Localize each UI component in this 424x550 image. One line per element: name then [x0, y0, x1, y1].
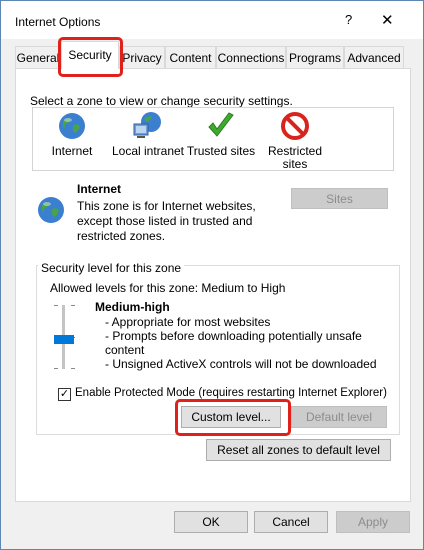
internet-options-window: Internet Options ? ✕ General Security Pr…: [0, 0, 424, 550]
zone-restricted-sites[interactable]: Restricted sites: [262, 111, 328, 171]
globe-icon: [59, 113, 85, 139]
protected-mode-label: Enable Protected Mode (requires restarti…: [75, 387, 387, 399]
level-bullet: - Prompts before downloading potentially…: [105, 329, 362, 357]
tab-programs[interactable]: Programs: [286, 46, 344, 68]
default-level-button[interactable]: Default level: [291, 406, 387, 428]
cancel-button[interactable]: Cancel: [254, 511, 328, 533]
tab-advanced[interactable]: Advanced: [344, 46, 404, 68]
prohibited-icon: [281, 112, 309, 140]
title-bar: Internet Options ? ✕: [1, 1, 423, 39]
ok-button[interactable]: OK: [174, 511, 248, 533]
tab-privacy[interactable]: Privacy: [119, 46, 165, 68]
apply-button[interactable]: Apply: [336, 511, 410, 533]
zone-trusted-sites-label: Trusted sites: [186, 144, 256, 158]
slider-tick: [71, 368, 75, 369]
intranet-icon: [133, 112, 161, 138]
allowed-levels-text: Allowed levels for this zone: Medium to …: [50, 281, 286, 295]
security-panel: Select a zone to view or change security…: [15, 68, 411, 502]
zone-internet[interactable]: Internet: [46, 111, 98, 158]
close-button[interactable]: ✕: [381, 11, 394, 29]
protected-mode-checkbox[interactable]: ✓: [58, 388, 71, 401]
zone-internet-label: Internet: [51, 144, 93, 158]
selected-zone-description: This zone is for Internet websites, exce…: [77, 199, 256, 243]
custom-level-button[interactable]: Custom level...: [181, 406, 281, 428]
zone-trusted-sites[interactable]: Trusted sites: [186, 111, 256, 158]
security-level-slider-thumb[interactable]: [54, 335, 74, 344]
security-level-name: Medium-high: [95, 300, 170, 314]
slider-tick: [71, 305, 75, 306]
tab-content[interactable]: Content: [165, 46, 216, 68]
globe-icon: [38, 197, 64, 223]
slider-tick: [54, 368, 58, 369]
level-bullet: - Unsigned ActiveX controls will not be …: [105, 357, 377, 371]
security-level-title: Security level for this zone: [38, 261, 185, 275]
slider-tick: [54, 305, 58, 306]
tab-general[interactable]: General: [15, 46, 61, 68]
checkmark-icon: [208, 112, 234, 137]
zone-restricted-sites-label: Restricted sites: [267, 144, 323, 171]
selected-zone-name: Internet: [77, 182, 122, 196]
level-bullet: - Appropriate for most websites: [105, 315, 271, 329]
sites-button[interactable]: Sites: [291, 188, 388, 209]
zone-local-intranet-label: Local intranet: [111, 144, 185, 158]
zone-local-intranet[interactable]: Local intranet: [108, 111, 188, 158]
zone-prompt: Select a zone to view or change security…: [30, 94, 293, 108]
window-title: Internet Options: [15, 15, 101, 29]
tab-connections[interactable]: Connections: [216, 46, 286, 68]
reset-all-zones-button[interactable]: Reset all zones to default level: [206, 439, 391, 461]
help-button[interactable]: ?: [345, 12, 352, 27]
tab-security[interactable]: Security: [61, 41, 119, 69]
